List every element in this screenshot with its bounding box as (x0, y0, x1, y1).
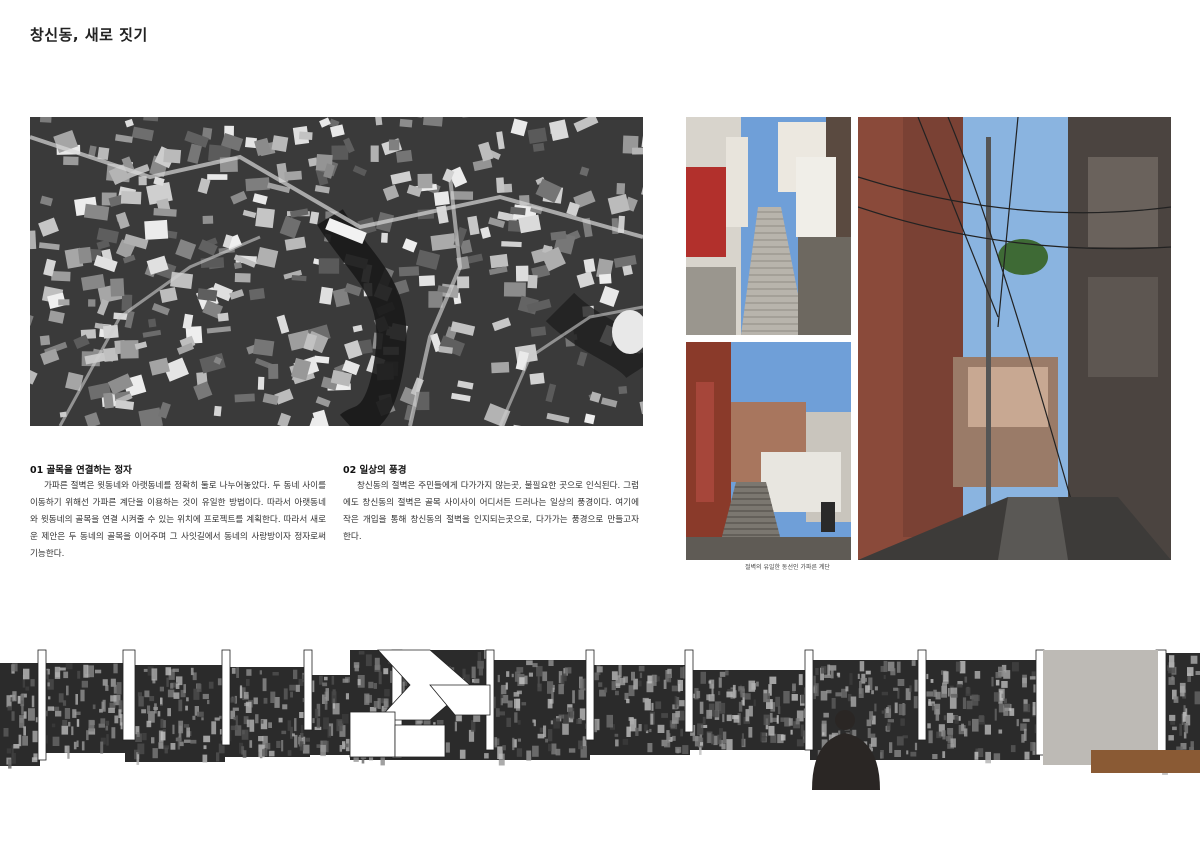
aerial-building (234, 272, 251, 283)
column (1035, 649, 1045, 756)
aerial-building (598, 273, 612, 285)
aerial-building (110, 278, 125, 297)
aerial-building (197, 288, 218, 302)
aerial-building (380, 232, 388, 243)
aerial-building (318, 258, 340, 274)
aerial-building (583, 258, 596, 273)
aerial-building (202, 215, 214, 224)
aerial-building (527, 274, 538, 289)
aerial-building (63, 156, 79, 166)
aerial-building (530, 326, 547, 337)
column (804, 649, 814, 751)
aerial-building (529, 372, 545, 385)
column (122, 649, 136, 741)
aerial-building (527, 127, 548, 144)
aerial-building (428, 291, 443, 308)
aerial-building (103, 392, 114, 409)
column (37, 649, 47, 761)
section-1-heading: 01 골목을 연결하는 정자 (30, 465, 132, 476)
aerial-photo (30, 117, 643, 426)
concrete-block (1043, 650, 1158, 765)
aerial-building (532, 142, 545, 152)
aerial-building (457, 276, 470, 289)
aerial-building (395, 149, 413, 163)
aerial-building (632, 147, 643, 155)
aerial-building (284, 170, 303, 181)
aerial-building (245, 177, 270, 192)
column (917, 649, 927, 741)
aerial-building (398, 266, 420, 277)
column (221, 649, 231, 746)
stairs-photo-bottom (686, 342, 851, 560)
cliff-elevation-drawing (0, 645, 1200, 805)
aerial-building (144, 219, 169, 240)
aerial-building (489, 253, 509, 269)
aerial-building (331, 145, 349, 160)
column (303, 649, 313, 731)
aerial-building (268, 363, 279, 379)
aerial-building (120, 190, 142, 205)
aerial-building (496, 177, 505, 193)
photo-caption: 절벽의 유일한 동선인 가파른 계단 (745, 564, 830, 571)
aerial-building (319, 286, 334, 305)
aerial-building (77, 246, 93, 264)
aerial-building (388, 139, 400, 151)
aerial-building (207, 174, 228, 180)
aerial-building (257, 376, 265, 390)
aerial-building (234, 393, 255, 403)
section-1-body: 가파른 절벽은 윗동네와 아랫동네를 정확히 둘로 나누어놓았다. 두 동네 사… (30, 481, 326, 559)
aerial-building (501, 241, 522, 248)
aerial-building (491, 361, 510, 374)
aerial-building (252, 338, 275, 357)
aerial-building (417, 173, 433, 189)
aerial-building (255, 207, 275, 229)
aerial-building (430, 233, 456, 251)
stairs-photo-top (686, 117, 851, 335)
wood-bench (1091, 750, 1200, 773)
column (684, 649, 694, 733)
aerial-building (299, 131, 313, 141)
aerial-building (58, 299, 70, 306)
aerial-building (375, 117, 383, 126)
aerial-building (51, 271, 71, 282)
page-title: 창신동, 새로 짓기 (30, 26, 148, 44)
aerial-building (271, 135, 289, 152)
column (585, 649, 595, 741)
aerial-building (370, 145, 379, 162)
aerial-building (39, 335, 51, 346)
aerial-building (88, 299, 96, 307)
aerial-building (39, 117, 53, 123)
aerial-building (30, 230, 37, 250)
street-photo (858, 117, 1171, 560)
section-2-body: 창신동의 절벽은 주민들에게 다가가지 않는곳, 불필요한 곳으로 인식된다. … (343, 481, 639, 542)
aerial-building (503, 282, 526, 297)
aerial-building (433, 191, 450, 206)
aerial-building (618, 385, 628, 395)
aerial-building (163, 148, 182, 164)
aerial-building (148, 318, 157, 328)
aerial-building (248, 287, 266, 301)
cliff-panel (590, 665, 690, 755)
aerial-building (616, 183, 626, 195)
aerial-building (153, 207, 177, 217)
aerial-building (120, 340, 139, 359)
section-2-heading: 02 일상의 풍경 (343, 465, 407, 476)
aerial-building (213, 405, 222, 417)
aerial-building (217, 312, 229, 322)
aerial-building (399, 118, 413, 128)
aerial-building (515, 265, 529, 282)
aerial-building (418, 275, 436, 287)
